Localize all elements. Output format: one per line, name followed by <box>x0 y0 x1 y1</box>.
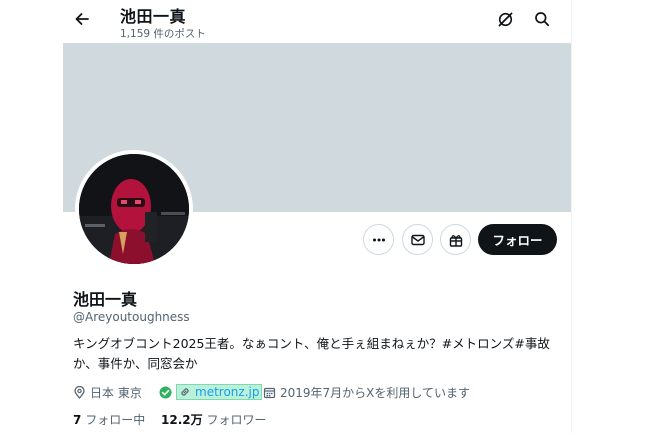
following-link[interactable]: 7 フォロー中 <box>73 411 145 428</box>
location-pin-icon <box>74 385 85 399</box>
profile-header-bar: 池田一真 1,159 件のポスト <box>63 0 571 43</box>
left-gutter <box>0 0 63 433</box>
message-button[interactable] <box>402 224 433 255</box>
avatar[interactable] <box>75 150 193 268</box>
search-icon <box>535 12 550 27</box>
calendar-icon <box>263 387 276 398</box>
location-text: 日本 東京 <box>90 385 142 400</box>
followers-count: 12.2万 <box>161 413 203 427</box>
followers-label: フォロワー <box>206 413 267 427</box>
website-link[interactable]: metronz.jp <box>195 385 259 399</box>
back-arrow-icon <box>75 13 89 25</box>
website-item: metronz.jp <box>159 383 263 401</box>
following-label: フォロー中 <box>85 413 146 427</box>
profile-bio: キングオブコント2025王者。なぁコント、俺と手ぇ組まねぇか？#メトロンズ#事故… <box>73 334 573 374</box>
link-icon <box>181 388 189 396</box>
website-link-box[interactable]: metronz.jp <box>176 384 263 400</box>
followers-link[interactable]: 12.2万 フォロワー <box>161 411 266 428</box>
back-button[interactable] <box>69 6 95 32</box>
display-name: 池田一真 <box>73 290 138 309</box>
follow-button[interactable]: フォロー <box>478 224 557 255</box>
verified-check-icon <box>159 386 172 398</box>
header-display-name: 池田一真 <box>120 7 187 26</box>
search-button[interactable] <box>529 6 555 32</box>
bio-line: か、事件か、同窓会か <box>73 356 198 371</box>
avatar-image <box>79 154 189 264</box>
joined-item: 2019年7月からXを利用しています <box>263 383 470 401</box>
grok-icon <box>498 12 512 26</box>
gift-icon <box>449 234 462 247</box>
following-count: 7 <box>73 413 82 427</box>
more-button[interactable] <box>363 224 394 255</box>
right-gutter <box>571 0 650 433</box>
mail-icon <box>410 234 425 245</box>
grok-button[interactable] <box>492 6 518 32</box>
header-post-count: 1,159 件のポスト <box>120 28 206 40</box>
user-handle: @Areyoutoughness <box>73 310 190 324</box>
location-item: 日本 東京 <box>73 383 142 401</box>
profile-column: 池田一真 1,159 件のポスト フォロー 池田一真 @Areyoutoughn… <box>63 0 571 433</box>
bio-line: キングオブコント2025王者。なぁコント、俺と手ぇ組まねぇか？#メトロンズ#事故 <box>73 336 550 351</box>
joined-text: 2019年7月からXを利用しています <box>280 385 471 400</box>
subscribe-button[interactable] <box>440 224 471 255</box>
more-icon <box>372 238 385 241</box>
